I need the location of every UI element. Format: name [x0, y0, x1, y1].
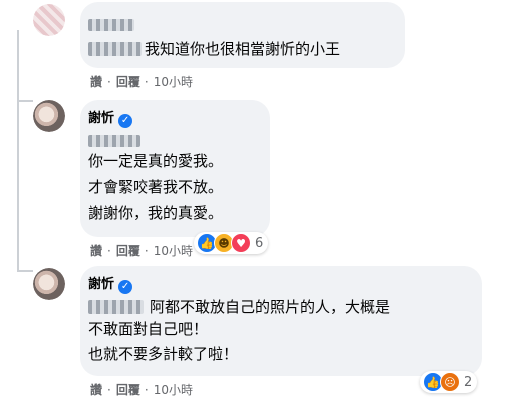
angry-icon: ☹ [440, 372, 460, 392]
comment-line: 謝謝你，我的真愛。 [88, 204, 224, 222]
profile-photo-icon [33, 100, 65, 132]
check-badge-icon: ✓ [118, 280, 133, 294]
comment-line: 阿都不敢放自己的照片的人，大概是 [150, 298, 391, 316]
comment-line: 也就不要多計較了啦！ [88, 345, 239, 363]
like-link[interactable]: 讚 [90, 244, 102, 258]
reply-link[interactable]: 回覆 [116, 383, 140, 397]
thread-line [17, 100, 33, 102]
reaction-summary[interactable]: 👍 ☹ 2 [420, 371, 478, 393]
comment-actions: 讚 · 回覆 · 10小時 [90, 244, 193, 258]
comment-actions: 讚 · 回覆 · 10小時 [90, 75, 193, 89]
comment-bubble: 謝忻 ✓ 阿都不敢放自己的照片的人，大概是 不敢面對自己吧！ 也就不要多計較了啦！ [80, 266, 482, 376]
comment-line: 才會緊咬著我不放。 [88, 178, 224, 196]
blurred-tag [88, 299, 144, 314]
author-name[interactable]: 謝忻 ✓ [88, 107, 133, 128]
like-link[interactable]: 讚 [90, 383, 102, 397]
comment-line: 不敢面對自己吧！ [88, 320, 209, 338]
timestamp[interactable]: 10小時 [154, 383, 193, 397]
blurred-author-name[interactable] [88, 14, 134, 33]
thread-line [17, 100, 19, 270]
blurred-tag [88, 130, 140, 149]
author-name[interactable]: 謝忻 ✓ [88, 273, 133, 294]
reaction-summary[interactable]: 👍 ☻ ♥ 6 [194, 232, 269, 254]
commenter-avatar[interactable] [33, 4, 65, 36]
thread-line [17, 270, 33, 272]
reaction-count: 2 [464, 374, 473, 390]
reply-link[interactable]: 回覆 [116, 75, 140, 89]
timestamp[interactable]: 10小時 [154, 75, 193, 89]
reaction-count: 6 [255, 235, 264, 251]
blurred-tag [88, 41, 142, 56]
reply-link[interactable]: 回覆 [116, 244, 140, 258]
thread-line [17, 30, 19, 100]
comment-bubble: 謝忻 ✓ 你一定是真的愛我。 才會緊咬著我不放。 謝謝你，我的真愛。 [80, 100, 270, 237]
comment-actions: 讚 · 回覆 · 10小時 [90, 383, 193, 397]
timestamp[interactable]: 10小時 [154, 244, 193, 258]
comment-text: 我知道你也很相當謝忻的小王 [145, 40, 341, 58]
love-icon: ♥ [231, 233, 251, 253]
profile-photo-icon [33, 268, 65, 300]
like-link[interactable]: 讚 [90, 75, 102, 89]
commenter-avatar[interactable] [33, 100, 65, 132]
comment-bubble: 我知道你也很相當謝忻的小王 [80, 2, 405, 68]
commenter-avatar[interactable] [33, 268, 65, 300]
check-badge-icon: ✓ [118, 114, 133, 128]
comment-line: 你一定是真的愛我。 [88, 152, 224, 170]
pixelated-avatar-icon [33, 4, 65, 36]
